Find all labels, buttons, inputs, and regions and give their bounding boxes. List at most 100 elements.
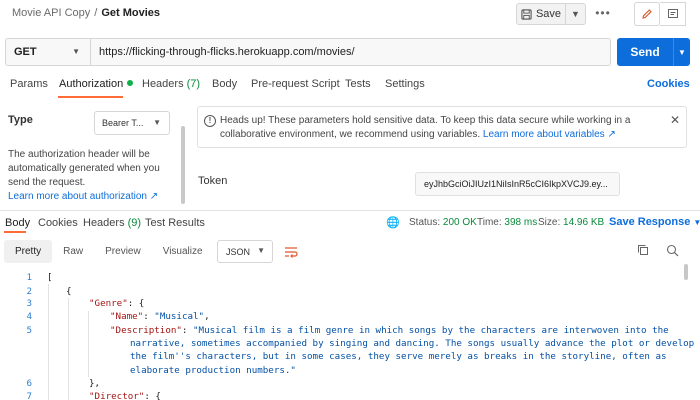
response-tab-cookies[interactable]: Cookies — [38, 217, 78, 229]
search-icon[interactable] — [666, 244, 679, 260]
json-punct: : { — [144, 391, 161, 400]
response-active-tab-indicator — [4, 231, 26, 233]
active-dot-icon — [127, 80, 134, 86]
code-line: "Genre": { — [89, 298, 144, 309]
active-tab-indicator — [58, 96, 123, 98]
auth-learn-more-link[interactable]: Learn more about authorization ↗ — [8, 191, 158, 202]
chevron-down-icon: ▼ — [72, 47, 80, 56]
token-input[interactable]: eyJhbGciOiJIUzI1NiIsInR5cCI6IkpXVCJ9.ey.… — [415, 172, 620, 196]
request-title[interactable]: Get Movies — [101, 7, 160, 19]
save-icon — [521, 8, 532, 20]
json-string: "Musical film is a film genre in which s… — [193, 325, 669, 336]
line-number: 6 — [26, 378, 32, 389]
copy-icon[interactable] — [637, 244, 649, 259]
edit-button[interactable] — [634, 2, 660, 26]
save-response-label: Save Response — [609, 216, 691, 228]
json-string: "Musical" — [154, 311, 205, 322]
line-number: 2 — [26, 286, 32, 297]
wrap-lines-icon — [285, 246, 298, 258]
type-label: Type — [8, 114, 33, 126]
network-globe-icon[interactable]: 🌐 — [386, 216, 400, 229]
code-line: { — [66, 286, 72, 297]
sensitive-data-alert: ! Heads up! These parameters hold sensit… — [197, 106, 687, 148]
format-raw[interactable]: Raw — [52, 240, 94, 263]
json-punct: : — [181, 325, 193, 336]
auth-type-value: Bearer T... — [102, 118, 144, 128]
token-label: Token — [198, 175, 228, 187]
method-select[interactable]: GET ▼ — [5, 38, 91, 66]
line-number: 5 — [26, 325, 32, 336]
format-visualize[interactable]: Visualize — [152, 240, 214, 263]
tab-body[interactable]: Body — [212, 78, 237, 90]
request-tabs: Params Authorization Headers (7) Body Pr… — [0, 74, 700, 98]
tab-prerequest-script[interactable]: Pre-request Script — [251, 78, 340, 90]
response-tab-test-results[interactable]: Test Results — [145, 217, 205, 229]
json-key: "Name" — [110, 311, 144, 322]
indent-guide — [48, 284, 49, 400]
status-value: 200 OK — [442, 217, 477, 228]
tab-settings[interactable]: Settings — [385, 78, 425, 90]
more-options-button[interactable]: ••• — [594, 5, 612, 23]
tab-tests[interactable]: Tests — [345, 78, 371, 90]
comment-icon — [667, 9, 678, 18]
response-size[interactable]: Size: 14.96 KB — [538, 217, 604, 228]
wrap-lines-button[interactable] — [280, 240, 302, 263]
chevron-down-icon: ▼ — [693, 218, 700, 227]
code-line: "Name": "Musical", — [110, 311, 210, 322]
save-label: Save — [535, 8, 562, 20]
breadcrumb: Movie API Copy / Get Movies — [12, 7, 160, 19]
json-key: "Description" — [110, 325, 182, 336]
save-dropdown-button[interactable]: ▼ — [566, 3, 586, 25]
json-punct: : { — [127, 298, 145, 309]
response-tab-headers[interactable]: Headers (9) — [83, 217, 141, 229]
method-value: GET — [14, 46, 37, 58]
format-preview[interactable]: Preview — [94, 240, 152, 263]
info-icon: ! — [204, 115, 216, 127]
response-body-code[interactable]: 1 2 3 4 5 6 7 [ { "Genre": { "Name": "Mu… — [0, 268, 700, 400]
tab-params[interactable]: Params — [10, 78, 48, 90]
line-number: 3 — [26, 298, 32, 309]
send-button[interactable]: Send — [617, 38, 673, 66]
tab-headers[interactable]: Headers (7) — [142, 78, 200, 90]
save-button[interactable]: Save — [516, 3, 566, 25]
save-response-button[interactable]: Save Response ▼ — [609, 216, 700, 228]
comments-button[interactable] — [660, 2, 686, 26]
response-status[interactable]: Status: 200 OK — [409, 217, 477, 228]
code-line-wrap: elaborate production numbers." — [130, 365, 296, 376]
breadcrumb-separator: / — [94, 7, 98, 19]
chevron-down-icon: ▼ — [153, 118, 161, 127]
cookies-link[interactable]: Cookies — [647, 78, 690, 90]
panel-divider[interactable] — [0, 210, 700, 211]
tab-headers-count: (7) — [186, 78, 201, 90]
auth-panel-scrollbar[interactable] — [181, 126, 185, 204]
auth-type-select[interactable]: Bearer T... ▼ — [94, 111, 170, 135]
chevron-down-icon: ▼ — [678, 47, 686, 57]
close-icon[interactable]: ✕ — [670, 113, 680, 127]
response-tab-headers-label: Headers — [83, 217, 125, 229]
url-input[interactable]: https://flicking-through-flicks.herokuap… — [90, 38, 611, 66]
code-line-wrap: narrative, sometimes accompanied by sing… — [130, 338, 695, 349]
language-select[interactable]: JSON ▼ — [217, 240, 273, 263]
response-tab-headers-count: (9) — [127, 217, 142, 229]
json-key: "Director" — [89, 391, 145, 400]
code-line: "Director": { — [89, 391, 161, 400]
size-value: 14.96 KB — [563, 217, 605, 228]
code-scrollbar[interactable] — [684, 264, 688, 280]
format-toggle: Pretty Raw Preview Visualize — [4, 240, 214, 263]
chevron-down-icon: ▼ — [571, 9, 580, 19]
response-time[interactable]: Time: 398 ms — [477, 217, 537, 228]
size-label: Size: — [538, 217, 561, 228]
response-tab-body[interactable]: Body — [5, 217, 30, 229]
send-dropdown-button[interactable]: ▼ — [673, 38, 690, 66]
time-value: 398 ms — [504, 217, 538, 228]
tab-authorization[interactable]: Authorization — [59, 78, 134, 90]
json-punct: : — [143, 311, 155, 322]
code-line: "Description": "Musical film is a film g… — [110, 325, 669, 336]
alert-learn-more-link[interactable]: Learn more about variables ↗ — [483, 129, 616, 140]
indent-guide — [88, 311, 89, 377]
time-label: Time: — [477, 217, 502, 228]
code-line: [ — [47, 272, 53, 283]
pencil-icon — [642, 9, 652, 19]
breadcrumb-collection[interactable]: Movie API Copy — [12, 7, 90, 19]
format-pretty[interactable]: Pretty — [4, 240, 53, 263]
